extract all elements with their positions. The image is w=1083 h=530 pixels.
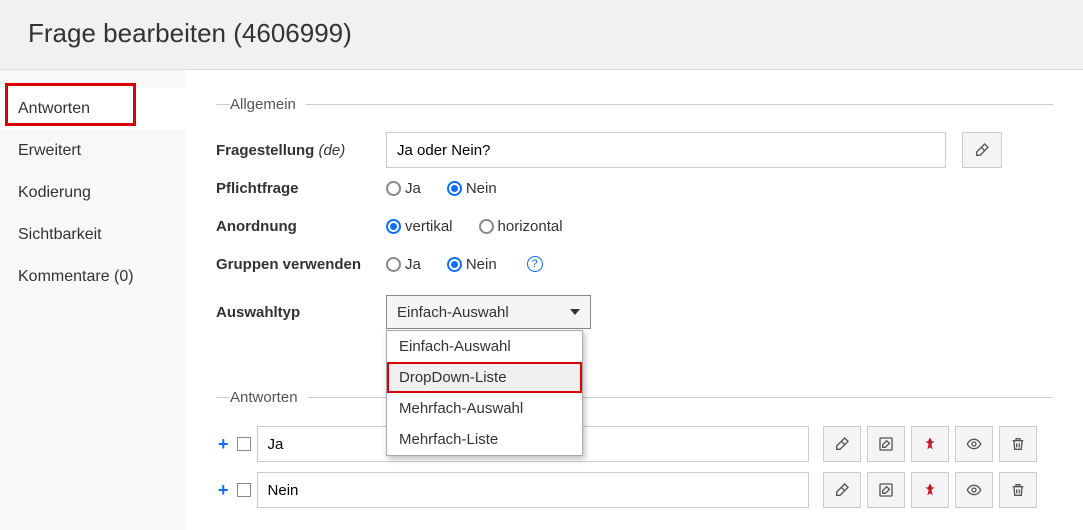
radio-pflicht-ja[interactable]: Ja xyxy=(386,180,421,197)
radio-icon xyxy=(447,257,462,272)
radio-icon xyxy=(447,181,462,196)
page-title: Frage bearbeiten (4606999) xyxy=(0,0,1083,70)
edit-icon xyxy=(878,436,894,452)
answer-checkbox[interactable] xyxy=(237,437,251,451)
answer-visibility-button[interactable] xyxy=(955,426,993,462)
answer-edit-button[interactable] xyxy=(867,472,905,508)
fieldset-antworten: Antworten + xyxy=(216,389,1053,508)
row-fragestellung: Fragestellung (de) xyxy=(216,131,1053,169)
radio-anordnung-horizontal[interactable]: horizontal xyxy=(479,218,563,235)
answer-row: + xyxy=(216,472,1053,508)
answer-delete-button[interactable] xyxy=(999,472,1037,508)
sidebar: Antworten Erweitert Kodierung Sichtbarke… xyxy=(0,70,186,530)
answer-row: + xyxy=(216,426,1053,462)
radio-icon xyxy=(479,219,494,234)
edit-icon xyxy=(878,482,894,498)
legend-allgemein: Allgemein xyxy=(230,96,306,113)
answer-checkbox[interactable] xyxy=(237,483,251,497)
eye-icon xyxy=(966,482,982,498)
label-auswahltyp: Auswahltyp xyxy=(216,304,386,321)
option-dropdown-liste[interactable]: DropDown-Liste xyxy=(387,362,582,393)
radio-gruppen-ja[interactable]: Ja xyxy=(386,256,421,273)
radio-icon xyxy=(386,219,401,234)
radio-anordnung-vertikal[interactable]: vertikal xyxy=(386,218,453,235)
answer-delete-button[interactable] xyxy=(999,426,1037,462)
label-gruppen: Gruppen verwenden xyxy=(216,256,386,273)
label-anordnung: Anordnung xyxy=(216,218,386,235)
pin-icon xyxy=(922,482,938,498)
option-einfach-auswahl[interactable]: Einfach-Auswahl xyxy=(387,331,582,362)
answer-actions xyxy=(823,472,1037,508)
eye-icon xyxy=(966,436,982,452)
eraser-icon xyxy=(974,142,990,158)
add-answer-icon[interactable]: + xyxy=(216,434,231,455)
fieldset-allgemein: Allgemein Fragestellung (de) xyxy=(216,96,1053,331)
trash-icon xyxy=(1010,436,1026,452)
row-auswahltyp: Auswahltyp Einfach-Auswahl Einfach-Auswa… xyxy=(216,293,1053,331)
row-pflichtfrage: Pflichtfrage Ja Nein xyxy=(216,169,1053,207)
answer-clear-button[interactable] xyxy=(823,426,861,462)
sidebar-item-antworten[interactable]: Antworten xyxy=(0,88,186,130)
option-mehrfach-liste[interactable]: Mehrfach-Liste xyxy=(387,424,582,455)
radio-gruppen-nein[interactable]: Nein xyxy=(447,256,497,273)
auswahltyp-dropdown: Einfach-Auswahl DropDown-Liste Mehrfach-… xyxy=(386,330,583,456)
help-icon[interactable]: ? xyxy=(527,256,543,272)
row-gruppen: Gruppen verwenden Ja Nein ? xyxy=(216,245,1053,283)
add-answer-icon[interactable]: + xyxy=(216,480,231,501)
answer-input[interactable] xyxy=(257,472,809,508)
legend-antworten: Antworten xyxy=(230,389,308,406)
radio-icon xyxy=(386,257,401,272)
label-pflichtfrage: Pflichtfrage xyxy=(216,180,386,197)
row-anordnung: Anordnung vertikal horizontal xyxy=(216,207,1053,245)
label-fragestellung: Fragestellung (de) xyxy=(216,142,386,159)
trash-icon xyxy=(1010,482,1026,498)
radio-icon xyxy=(386,181,401,196)
answer-clear-button[interactable] xyxy=(823,472,861,508)
answer-visibility-button[interactable] xyxy=(955,472,993,508)
eraser-icon xyxy=(834,482,850,498)
question-input[interactable] xyxy=(386,132,946,168)
answer-edit-button[interactable] xyxy=(867,426,905,462)
answer-pin-button[interactable] xyxy=(911,472,949,508)
radio-pflicht-nein[interactable]: Nein xyxy=(447,180,497,197)
eraser-icon xyxy=(834,436,850,452)
select-value: Einfach-Auswahl xyxy=(397,304,509,321)
main-panel: Allgemein Fragestellung (de) xyxy=(186,70,1083,530)
sidebar-item-sichtbarkeit[interactable]: Sichtbarkeit xyxy=(0,214,186,256)
auswahltyp-select[interactable]: Einfach-Auswahl xyxy=(386,295,591,329)
chevron-down-icon xyxy=(570,309,580,315)
answer-actions xyxy=(823,426,1037,462)
clear-question-button[interactable] xyxy=(962,132,1002,168)
sidebar-item-erweitert[interactable]: Erweitert xyxy=(0,130,186,172)
sidebar-item-kommentare[interactable]: Kommentare (0) xyxy=(0,256,186,298)
answer-pin-button[interactable] xyxy=(911,426,949,462)
sidebar-item-kodierung[interactable]: Kodierung xyxy=(0,172,186,214)
option-mehrfach-auswahl[interactable]: Mehrfach-Auswahl xyxy=(387,393,582,424)
pin-icon xyxy=(922,436,938,452)
